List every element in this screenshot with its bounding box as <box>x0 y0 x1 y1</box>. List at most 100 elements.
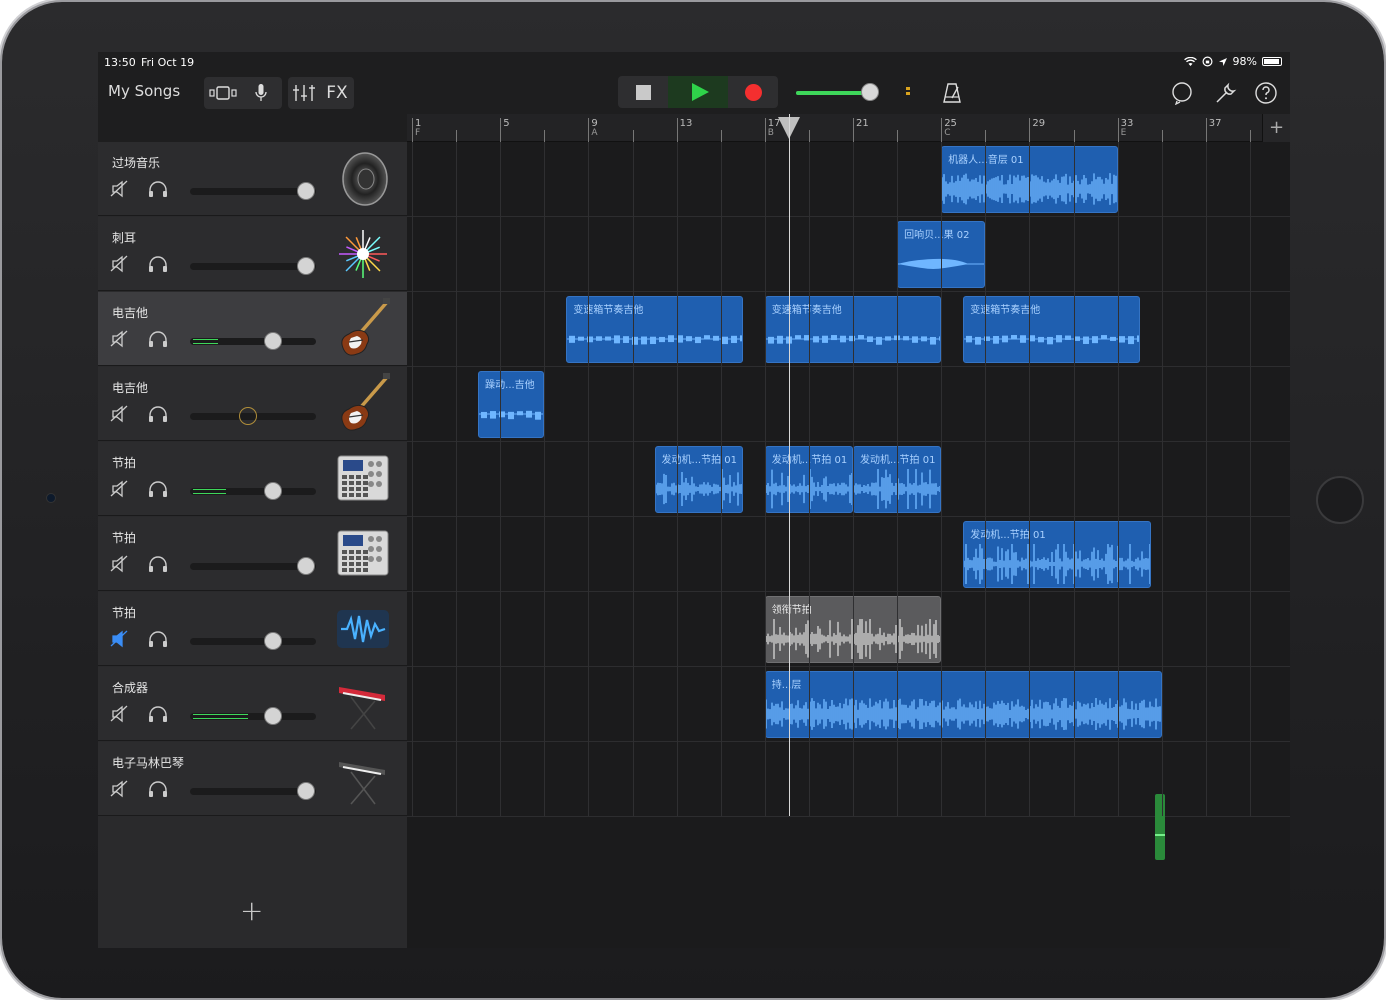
keyboard-stand-icon[interactable] <box>335 748 391 810</box>
track-volume-knob[interactable] <box>296 257 315 275</box>
mute-icon[interactable] <box>110 780 130 798</box>
track-volume-slider[interactable] <box>190 182 316 200</box>
browser-button[interactable] <box>204 77 242 109</box>
electric-guitar-icon[interactable] <box>335 298 391 360</box>
track-lane[interactable] <box>407 217 1290 292</box>
track-volume-slider[interactable] <box>190 632 316 650</box>
electric-guitar-icon[interactable] <box>335 373 391 435</box>
track-volume-knob[interactable] <box>264 707 283 725</box>
microphone-button[interactable] <box>242 77 280 109</box>
fx-button[interactable]: FX <box>320 77 354 109</box>
audio-region[interactable]: 躁动...吉他 <box>478 371 545 438</box>
track-volume-knob[interactable] <box>296 557 315 575</box>
stop-button[interactable] <box>618 76 668 108</box>
audio-region[interactable]: 变速箱节奏吉他 <box>963 296 1140 363</box>
track-header[interactable]: 合成器 <box>98 667 407 741</box>
track-volume-slider[interactable] <box>190 557 316 575</box>
add-track-button[interactable]: + <box>240 894 263 927</box>
bar-number: 5 <box>503 118 510 129</box>
timeline-ruler[interactable]: + 1 F 5 9 A 13 17 B 21 25 C 29 33 E 37 <box>407 114 1290 142</box>
track-volume-knob[interactable] <box>296 782 315 800</box>
record-icon <box>744 83 762 101</box>
headphones-icon[interactable] <box>148 405 168 423</box>
grid-line <box>808 142 810 816</box>
synth-keyboard-icon[interactable] <box>335 673 391 735</box>
headphones-icon[interactable] <box>148 555 168 573</box>
add-section-button[interactable]: + <box>1262 114 1290 142</box>
audio-region[interactable]: 变速箱节奏吉他 <box>566 296 743 363</box>
loop-icon[interactable] <box>1170 81 1194 105</box>
track-volume-slider[interactable] <box>190 332 316 350</box>
home-button[interactable] <box>1316 476 1364 524</box>
track-volume-slider[interactable] <box>190 782 316 800</box>
mute-icon[interactable] <box>110 180 130 198</box>
wrench-icon[interactable] <box>1214 81 1238 105</box>
help-icon[interactable] <box>1254 81 1278 105</box>
audio-region[interactable]: 发动机...节拍 01 <box>654 446 743 513</box>
headphones-icon[interactable] <box>148 780 168 798</box>
track-volume-knob[interactable] <box>264 332 283 350</box>
record-button[interactable] <box>728 76 778 108</box>
audio-region[interactable]: 发动机...节拍 01 <box>963 521 1151 588</box>
drum-machine-icon[interactable] <box>335 523 391 585</box>
track-volume-knob[interactable] <box>264 632 283 650</box>
drum-machine-icon[interactable] <box>335 448 391 510</box>
track-volume-knob[interactable] <box>238 407 257 425</box>
grid-line <box>588 142 590 816</box>
master-volume-slider[interactable] <box>796 83 879 101</box>
section-marker[interactable]: F <box>415 128 420 138</box>
headphones-icon[interactable] <box>148 330 168 348</box>
track-volume-knob[interactable] <box>264 482 283 500</box>
metronome-icon[interactable] <box>940 81 964 105</box>
battery-percent: 98% <box>1232 55 1257 68</box>
my-songs-button[interactable]: My Songs <box>108 82 180 100</box>
mixer-button[interactable] <box>288 77 320 109</box>
track-headers-panel: + 过场音乐 刺耳 电吉他 电吉他 节拍 节拍 节拍 合成器 电子马林巴琴 <box>98 114 407 948</box>
track-header[interactable]: 节拍 <box>98 517 407 591</box>
track-volume-slider[interactable] <box>190 257 316 275</box>
playhead[interactable] <box>789 114 791 816</box>
track-header[interactable]: 电子马林巴琴 <box>98 742 407 816</box>
track-header[interactable]: 电吉他 <box>98 292 407 366</box>
mute-icon[interactable] <box>110 405 130 423</box>
region-label: 躁动...吉他 <box>485 380 535 391</box>
audio-region[interactable]: 持...层 <box>764 671 1162 738</box>
mute-icon[interactable] <box>110 480 130 498</box>
mute-icon[interactable] <box>110 705 130 723</box>
track-volume-slider[interactable] <box>190 407 316 425</box>
mute-icon[interactable] <box>110 255 130 273</box>
section-marker[interactable]: B <box>768 128 774 138</box>
play-button[interactable] <box>668 76 728 108</box>
grid-line <box>720 142 722 816</box>
section-marker[interactable]: E <box>1121 128 1127 138</box>
mute-icon[interactable] <box>110 330 130 348</box>
track-header[interactable]: 过场音乐 <box>98 142 407 216</box>
bar-number: 29 <box>1032 118 1046 129</box>
track-volume-slider[interactable] <box>190 707 316 725</box>
headphones-icon[interactable] <box>148 630 168 648</box>
track-header[interactable]: 节拍 <box>98 442 407 516</box>
master-volume-knob[interactable] <box>860 83 879 101</box>
speaker-icon[interactable] <box>335 148 391 210</box>
track-volume-slider[interactable] <box>190 482 316 500</box>
status-time: 13:50 <box>104 56 136 69</box>
headphones-icon[interactable] <box>148 705 168 723</box>
waveform-icon[interactable] <box>335 598 391 660</box>
sparkle-burst-icon[interactable] <box>335 223 391 285</box>
tracks-area[interactable]: + 1 F 5 9 A 13 17 B 21 25 C 29 33 E 37 机器人...音层 01 回响贝.… <box>407 114 1290 948</box>
section-marker[interactable]: A <box>591 128 597 138</box>
track-lane[interactable] <box>407 142 1290 217</box>
track-header[interactable]: 节拍 <box>98 592 407 666</box>
headphones-icon[interactable] <box>148 180 168 198</box>
headphones-icon[interactable] <box>148 255 168 273</box>
mute-icon[interactable] <box>110 630 130 648</box>
track-header[interactable]: 刺耳 <box>98 217 407 291</box>
track-lane[interactable] <box>407 517 1290 592</box>
toolbar: My Songs FX <box>98 72 1290 114</box>
headphones-icon[interactable] <box>148 480 168 498</box>
track-volume-knob[interactable] <box>296 182 315 200</box>
track-header[interactable]: 电吉他 <box>98 367 407 441</box>
mute-icon[interactable] <box>110 555 130 573</box>
section-marker[interactable]: C <box>944 128 950 138</box>
grid-line <box>1117 142 1119 816</box>
